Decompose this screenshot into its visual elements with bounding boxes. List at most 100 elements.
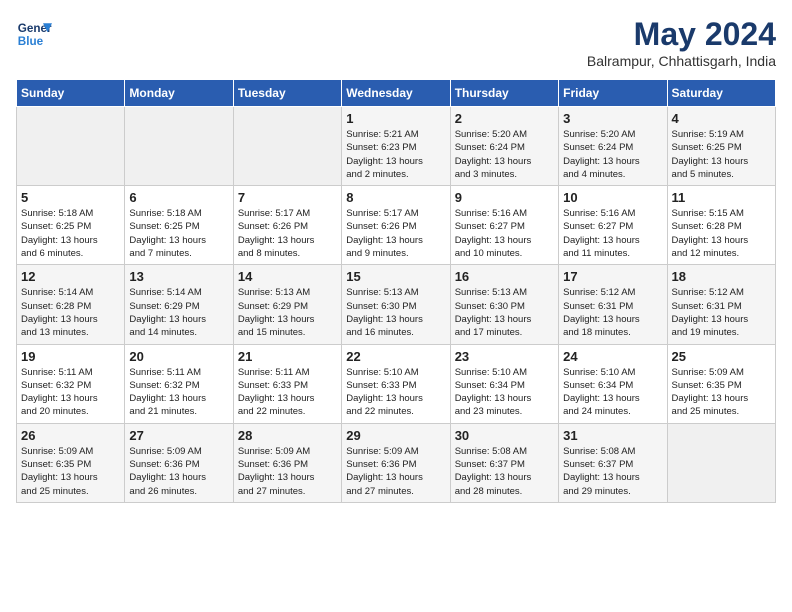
day-number: 4 [672, 111, 771, 126]
day-number: 31 [563, 428, 662, 443]
day-cell-18: 18 Sunrise: 5:12 AMSunset: 6:31 PMDayligh… [667, 265, 775, 344]
day-cell-2: 2 Sunrise: 5:20 AMSunset: 6:24 PMDaylight… [450, 107, 558, 186]
day-cell-17: 17 Sunrise: 5:12 AMSunset: 6:31 PMDayligh… [559, 265, 667, 344]
day-cell-31: 31 Sunrise: 5:08 AMSunset: 6:37 PMDayligh… [559, 423, 667, 502]
day-number: 23 [455, 349, 554, 364]
day-cell-22: 22 Sunrise: 5:10 AMSunset: 6:33 PMDayligh… [342, 344, 450, 423]
day-number: 28 [238, 428, 337, 443]
day-cell-30: 30 Sunrise: 5:08 AMSunset: 6:37 PMDayligh… [450, 423, 558, 502]
day-number: 7 [238, 190, 337, 205]
day-number: 15 [346, 269, 445, 284]
location: Balrampur, Chhattisgarh, India [587, 53, 776, 69]
day-number: 8 [346, 190, 445, 205]
day-info: Sunrise: 5:13 AMSunset: 6:29 PMDaylight:… [238, 286, 337, 339]
day-cell-15: 15 Sunrise: 5:13 AMSunset: 6:30 PMDayligh… [342, 265, 450, 344]
day-info: Sunrise: 5:16 AMSunset: 6:27 PMDaylight:… [563, 207, 662, 260]
page-header: General Blue May 2024 Balrampur, Chhatti… [16, 16, 776, 69]
day-number: 18 [672, 269, 771, 284]
logo-icon: General Blue [16, 16, 52, 52]
day-info: Sunrise: 5:13 AMSunset: 6:30 PMDaylight:… [346, 286, 445, 339]
day-number: 22 [346, 349, 445, 364]
day-cell-1: 1 Sunrise: 5:21 AMSunset: 6:23 PMDaylight… [342, 107, 450, 186]
day-info: Sunrise: 5:11 AMSunset: 6:32 PMDaylight:… [21, 366, 120, 419]
day-number: 16 [455, 269, 554, 284]
weekday-header-wednesday: Wednesday [342, 80, 450, 107]
day-cell-12: 12 Sunrise: 5:14 AMSunset: 6:28 PMDayligh… [17, 265, 125, 344]
day-info: Sunrise: 5:17 AMSunset: 6:26 PMDaylight:… [346, 207, 445, 260]
week-row-5: 26 Sunrise: 5:09 AMSunset: 6:35 PMDayligh… [17, 423, 776, 502]
weekday-header-sunday: Sunday [17, 80, 125, 107]
day-number: 2 [455, 111, 554, 126]
day-number: 20 [129, 349, 228, 364]
day-info: Sunrise: 5:09 AMSunset: 6:35 PMDaylight:… [21, 445, 120, 498]
day-cell-24: 24 Sunrise: 5:10 AMSunset: 6:34 PMDayligh… [559, 344, 667, 423]
day-number: 26 [21, 428, 120, 443]
weekday-header-saturday: Saturday [667, 80, 775, 107]
day-number: 14 [238, 269, 337, 284]
day-number: 27 [129, 428, 228, 443]
day-number: 10 [563, 190, 662, 205]
day-info: Sunrise: 5:08 AMSunset: 6:37 PMDaylight:… [563, 445, 662, 498]
day-info: Sunrise: 5:09 AMSunset: 6:36 PMDaylight:… [238, 445, 337, 498]
empty-cell [233, 107, 341, 186]
day-cell-9: 9 Sunrise: 5:16 AMSunset: 6:27 PMDaylight… [450, 186, 558, 265]
day-number: 6 [129, 190, 228, 205]
day-number: 24 [563, 349, 662, 364]
day-cell-19: 19 Sunrise: 5:11 AMSunset: 6:32 PMDayligh… [17, 344, 125, 423]
day-number: 9 [455, 190, 554, 205]
day-info: Sunrise: 5:10 AMSunset: 6:34 PMDaylight:… [563, 366, 662, 419]
day-number: 1 [346, 111, 445, 126]
day-number: 25 [672, 349, 771, 364]
day-info: Sunrise: 5:20 AMSunset: 6:24 PMDaylight:… [455, 128, 554, 181]
week-row-1: 1 Sunrise: 5:21 AMSunset: 6:23 PMDaylight… [17, 107, 776, 186]
day-info: Sunrise: 5:09 AMSunset: 6:36 PMDaylight:… [129, 445, 228, 498]
week-row-2: 5Sunrise: 5:18 AMSunset: 6:25 PMDaylight… [17, 186, 776, 265]
day-cell-21: 21 Sunrise: 5:11 AMSunset: 6:33 PMDayligh… [233, 344, 341, 423]
month-year: May 2024 [587, 16, 776, 53]
day-info: Sunrise: 5:09 AMSunset: 6:35 PMDaylight:… [672, 366, 771, 419]
day-cell-20: 20Sunrise: 5:11 AMSunset: 6:32 PMDayligh… [125, 344, 233, 423]
day-info: Sunrise: 5:11 AMSunset: 6:33 PMDaylight:… [238, 366, 337, 419]
day-number: 21 [238, 349, 337, 364]
day-info: Sunrise: 5:17 AMSunset: 6:26 PMDaylight:… [238, 207, 337, 260]
day-cell-10: 10 Sunrise: 5:16 AMSunset: 6:27 PMDayligh… [559, 186, 667, 265]
day-cell-27: 27 Sunrise: 5:09 AMSunset: 6:36 PMDayligh… [125, 423, 233, 502]
day-cell-7: 7 Sunrise: 5:17 AMSunset: 6:26 PMDaylight… [233, 186, 341, 265]
day-number: 19 [21, 349, 120, 364]
calendar-table: SundayMondayTuesdayWednesdayThursdayFrid… [16, 79, 776, 503]
day-number: 13 [129, 269, 228, 284]
day-info: Sunrise: 5:16 AMSunset: 6:27 PMDaylight:… [455, 207, 554, 260]
day-info: Sunrise: 5:12 AMSunset: 6:31 PMDaylight:… [672, 286, 771, 339]
weekday-header-monday: Monday [125, 80, 233, 107]
weekday-header-friday: Friday [559, 80, 667, 107]
day-info: Sunrise: 5:10 AMSunset: 6:33 PMDaylight:… [346, 366, 445, 419]
day-cell-29: 29 Sunrise: 5:09 AMSunset: 6:36 PMDayligh… [342, 423, 450, 502]
day-info: Sunrise: 5:15 AMSunset: 6:28 PMDaylight:… [672, 207, 771, 260]
day-number: 5 [21, 190, 120, 205]
day-info: Sunrise: 5:19 AMSunset: 6:25 PMDaylight:… [672, 128, 771, 181]
day-number: 30 [455, 428, 554, 443]
day-info: Sunrise: 5:09 AMSunset: 6:36 PMDaylight:… [346, 445, 445, 498]
day-cell-26: 26 Sunrise: 5:09 AMSunset: 6:35 PMDayligh… [17, 423, 125, 502]
day-info: Sunrise: 5:08 AMSunset: 6:37 PMDaylight:… [455, 445, 554, 498]
day-info: Sunrise: 5:14 AMSunset: 6:28 PMDaylight:… [21, 286, 120, 339]
day-cell-6: 6Sunrise: 5:18 AMSunset: 6:25 PMDaylight… [125, 186, 233, 265]
day-number: 29 [346, 428, 445, 443]
weekday-header-thursday: Thursday [450, 80, 558, 107]
weekday-header-row: SundayMondayTuesdayWednesdayThursdayFrid… [17, 80, 776, 107]
day-cell-13: 13Sunrise: 5:14 AMSunset: 6:29 PMDayligh… [125, 265, 233, 344]
week-row-4: 19 Sunrise: 5:11 AMSunset: 6:32 PMDayligh… [17, 344, 776, 423]
logo: General Blue [16, 16, 52, 52]
day-number: 12 [21, 269, 120, 284]
day-info: Sunrise: 5:12 AMSunset: 6:31 PMDaylight:… [563, 286, 662, 339]
day-cell-28: 28 Sunrise: 5:09 AMSunset: 6:36 PMDayligh… [233, 423, 341, 502]
day-cell-25: 25 Sunrise: 5:09 AMSunset: 6:35 PMDayligh… [667, 344, 775, 423]
day-info: Sunrise: 5:21 AMSunset: 6:23 PMDaylight:… [346, 128, 445, 181]
day-number: 11 [672, 190, 771, 205]
day-cell-23: 23Sunrise: 5:10 AMSunset: 6:34 PMDayligh… [450, 344, 558, 423]
day-cell-16: 16Sunrise: 5:13 AMSunset: 6:30 PMDayligh… [450, 265, 558, 344]
day-cell-14: 14 Sunrise: 5:13 AMSunset: 6:29 PMDayligh… [233, 265, 341, 344]
day-number: 17 [563, 269, 662, 284]
empty-cell [17, 107, 125, 186]
week-row-3: 12 Sunrise: 5:14 AMSunset: 6:28 PMDayligh… [17, 265, 776, 344]
